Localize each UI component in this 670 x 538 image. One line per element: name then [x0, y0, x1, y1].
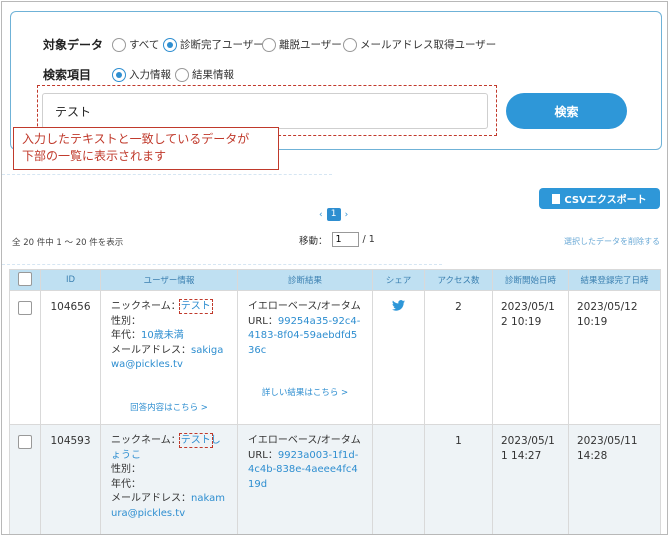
table-row: 104656 ニックネーム：テスト 性別： 年代：10歳未満 メールアドレス：s…: [9, 290, 661, 425]
nickname-label: ニックネーム：: [111, 435, 181, 446]
delete-selected-link[interactable]: 選択したデータを削除する: [564, 236, 660, 247]
access-count-cell: 2: [424, 290, 493, 425]
email-line: メールアドレス：nakamura@pickles.tv: [111, 492, 227, 521]
radio-target-email[interactable]: メールアドレス取得ユーザー: [343, 37, 496, 52]
radio-label: 離脱ユーザー: [279, 39, 342, 51]
radio-target-dropped[interactable]: 離脱ユーザー: [262, 37, 342, 52]
email-label: メールアドレス：: [111, 493, 191, 504]
share-cell: [372, 424, 425, 534]
radio-field-result[interactable]: 結果情報: [175, 67, 234, 82]
age-label: 年代：: [111, 478, 141, 490]
radio-target-all[interactable]: すべて: [112, 37, 159, 52]
nickname-label: ニックネーム：: [111, 301, 181, 312]
page-current[interactable]: 1: [326, 208, 341, 221]
gender-line: 性別：: [111, 464, 141, 475]
id-cell: 104593: [40, 424, 101, 534]
radio-label: 結果情報: [192, 69, 234, 81]
page-jump-input[interactable]: [331, 232, 359, 247]
user-info-cell: ニックネーム：テスト 性別： 年代：10歳未満 メールアドレス：sakigawa…: [100, 290, 238, 425]
header-cell: 結果登録完了日時: [568, 269, 661, 291]
radio-label: すべて: [129, 39, 160, 51]
annotation-callout: 入力したテキストと一致しているデータが 下部の一覧に表示されます: [13, 127, 279, 170]
document-icon: [552, 193, 561, 204]
url-label: URL：: [248, 449, 278, 461]
email-label: メールアドレス：: [111, 344, 191, 356]
email-line: メールアドレス：sakigawa@pickles.tv: [111, 344, 227, 373]
callout-line: 入力したテキストと一致しているデータが: [22, 132, 250, 146]
age-line: 年代：10歳未満: [111, 329, 227, 344]
table-header-row: ID ユーザー情報 診断結果 シェア アクセス数 診断開始日時 結果登録完了日時: [9, 269, 661, 291]
jump-label: 移動：: [299, 235, 328, 247]
csv-export-button[interactable]: CSVエクスポート: [539, 188, 660, 209]
table-row: 104593 ニックネーム：テストしょうこ 性別： 年代： メールアドレス：na…: [9, 424, 661, 534]
radio-target-completed[interactable]: 診断完了ユーザー: [163, 37, 264, 52]
nickname-match: テスト: [178, 433, 213, 448]
done-time-cell: 2023/05/11 14:28: [568, 424, 661, 534]
radio-circle[interactable]: [175, 67, 189, 82]
header-cell: ユーザー情報: [100, 269, 238, 291]
result-type: イエローベース/オータム: [248, 301, 361, 312]
answer-detail-link[interactable]: 回答内容はこちら >: [111, 401, 227, 416]
share-cell: [372, 290, 425, 425]
radio-label: 診断完了ユーザー: [180, 39, 264, 51]
age-value: 10歳未満: [141, 330, 184, 341]
result-url: URL：9923a003-1f1d-4c4b-838e-4aeee4fc419d: [248, 449, 362, 493]
pagination: ‹ 1 ›: [319, 208, 348, 221]
guide-line: [2, 264, 442, 265]
radio-label: メールアドレス取得ユーザー: [360, 39, 497, 51]
select-all-checkbox[interactable]: [18, 271, 32, 286]
row-checkbox[interactable]: [18, 301, 32, 315]
result-detail-link[interactable]: 詳しい結果はこちら >: [248, 386, 362, 401]
results-table: ID ユーザー情報 診断結果 シェア アクセス数 診断開始日時 結果登録完了日時…: [9, 269, 661, 534]
twitter-icon: [392, 300, 405, 311]
chevron-right-icon[interactable]: ›: [345, 210, 349, 220]
nickname-line: ニックネーム：テスト: [111, 299, 227, 315]
done-time-cell: 2023/05/12 10:19: [568, 290, 661, 425]
result-count: 全 20 件中 1 ～ 20 件を表示: [12, 238, 124, 248]
age-label: 年代：: [111, 330, 141, 341]
header-cell: 診断結果: [237, 269, 373, 291]
callout-line: 下部の一覧に表示されます: [22, 149, 167, 163]
guide-line: [2, 174, 332, 175]
row-checkbox-cell: [9, 424, 41, 534]
row-checkbox-cell: [9, 290, 41, 425]
page-jump: 移動： / 1: [299, 232, 375, 247]
access-count-cell: 1: [424, 424, 493, 534]
id-cell: 104656: [40, 290, 101, 425]
result-type: イエローベース/オータム: [248, 435, 361, 446]
header-checkbox: [9, 269, 41, 291]
header-cell: シェア: [372, 269, 425, 291]
radio-field-input[interactable]: 入力情報: [112, 67, 171, 82]
start-time-cell: 2023/05/11 14:27: [492, 424, 569, 534]
radio-circle[interactable]: [262, 37, 276, 52]
jump-total: / 1: [362, 234, 375, 245]
radio-circle[interactable]: [343, 37, 357, 52]
radio-circle[interactable]: [112, 37, 126, 52]
result-cell: イエローベース/オータム URL：9923a003-1f1d-4c4b-838e…: [237, 424, 373, 534]
nickname-match: テスト: [178, 299, 213, 314]
csv-export-label: CSVエクスポート: [564, 195, 647, 206]
target-data-label: 対象データ: [43, 38, 104, 52]
search-field-label: 検索項目: [43, 68, 92, 82]
header-cell: アクセス数: [424, 269, 493, 291]
row-checkbox[interactable]: [18, 435, 32, 449]
age-line: 年代：: [111, 478, 227, 493]
radio-label: 入力情報: [129, 69, 171, 81]
radio-circle[interactable]: [112, 67, 126, 82]
url-label: URL：: [248, 315, 278, 327]
radio-circle[interactable]: [163, 37, 177, 52]
chevron-left-icon[interactable]: ‹: [319, 210, 323, 220]
nickname-line: ニックネーム：テストしょうこ: [111, 433, 227, 463]
header-cell: ID: [40, 269, 101, 291]
search-button[interactable]: 検索: [506, 93, 627, 129]
start-time-cell: 2023/05/12 10:19: [492, 290, 569, 425]
header-cell: 診断開始日時: [492, 269, 569, 291]
search-input[interactable]: [42, 93, 488, 129]
result-url: URL：99254a35-92c4-4183-8f04-59aebdfd536c: [248, 315, 362, 359]
result-cell: イエローベース/オータム URL：99254a35-92c4-4183-8f04…: [237, 290, 373, 425]
screen-frame: 対象データ すべて 診断完了ユーザー 離脱ユーザー メールアドレス取得ユーザー …: [1, 1, 668, 535]
user-info-cell: ニックネーム：テストしょうこ 性別： 年代： メールアドレス：nakamura@…: [100, 424, 238, 534]
gender-line: 性別：: [111, 315, 141, 327]
